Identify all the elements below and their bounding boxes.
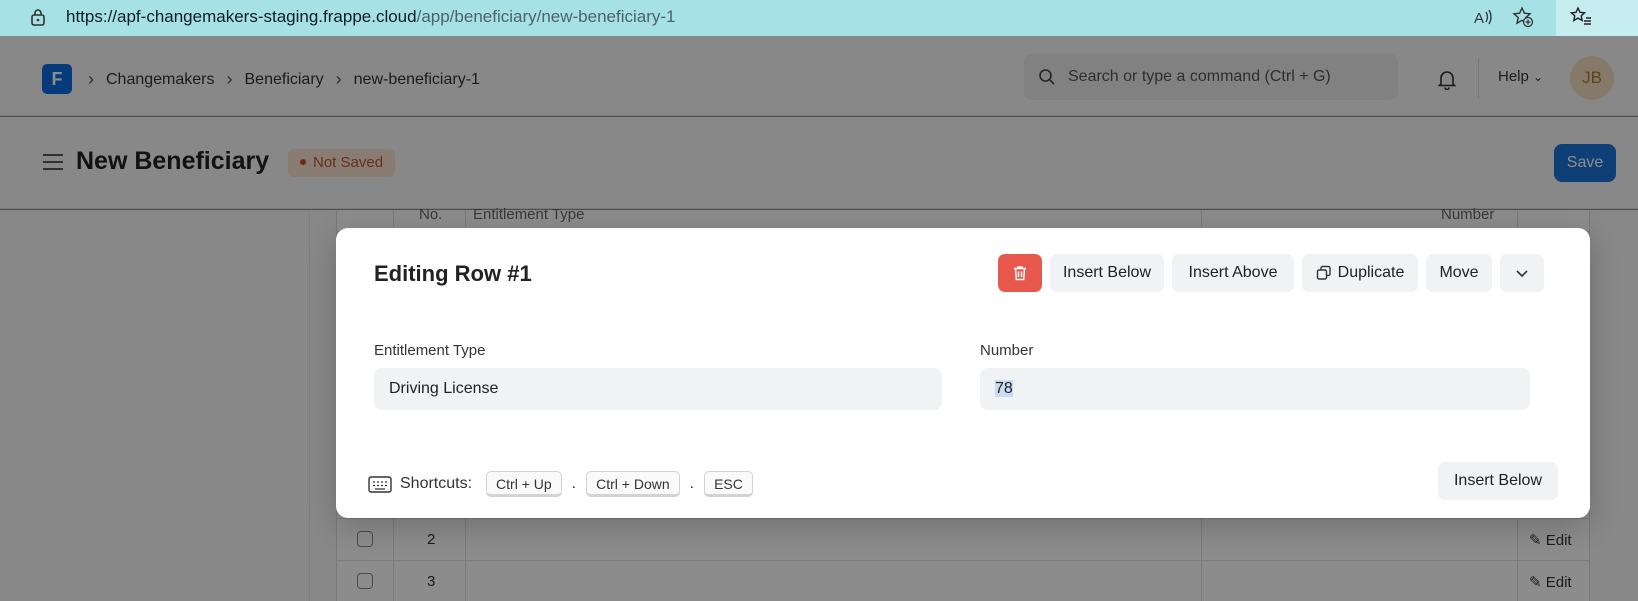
keyboard-icon bbox=[368, 476, 392, 493]
duplicate-label: Duplicate bbox=[1337, 264, 1405, 281]
lock-icon[interactable] bbox=[28, 7, 48, 27]
shortcut-key: Ctrl + Up bbox=[486, 471, 562, 497]
insert-below-button[interactable]: Insert Below bbox=[1050, 254, 1164, 292]
modal-title: Editing Row #1 bbox=[374, 261, 532, 286]
trash-icon bbox=[1014, 266, 1026, 281]
footer-insert-below-button[interactable]: Insert Below bbox=[1438, 462, 1558, 500]
url-host: https://apf-changemakers-staging.frappe.… bbox=[66, 7, 417, 26]
shortcuts-label: Shortcuts: bbox=[400, 475, 473, 492]
chevron-down-icon bbox=[1516, 270, 1528, 277]
toolbar-area bbox=[1556, 0, 1638, 36]
number-field[interactable]: 78 bbox=[980, 368, 1530, 410]
entitlement-type-field[interactable]: Driving License bbox=[374, 368, 942, 410]
address-bar[interactable]: https://apf-changemakers-staging.frappe.… bbox=[4, 0, 1556, 32]
shortcut-key: ESC bbox=[704, 471, 753, 497]
url-path: /app/beneficiary/new-beneficiary-1 bbox=[416, 7, 676, 26]
favorites-icon[interactable] bbox=[1570, 6, 1592, 28]
duplicate-button[interactable]: Duplicate bbox=[1302, 254, 1418, 292]
read-aloud-icon[interactable]: A bbox=[1472, 6, 1494, 28]
shortcut-key: Ctrl + Down bbox=[586, 471, 680, 497]
move-button[interactable]: Move bbox=[1426, 254, 1492, 292]
entitlement-type-label: Entitlement Type bbox=[374, 342, 486, 359]
edit-row-modal: Editing Row #1 Insert Below Insert Above… bbox=[336, 228, 1590, 518]
number-label: Number bbox=[980, 342, 1034, 359]
shortcut-separator: . bbox=[571, 475, 577, 492]
url-text[interactable]: https://apf-changemakers-staging.frappe.… bbox=[66, 7, 676, 27]
delete-row-button[interactable] bbox=[998, 254, 1042, 292]
browser-url-bar: https://apf-changemakers-staging.frappe.… bbox=[0, 0, 1638, 36]
shortcuts-bar: Shortcuts: Ctrl + Up . Ctrl + Down . ESC bbox=[368, 471, 753, 497]
shortcut-separator: . bbox=[689, 475, 695, 492]
add-favorite-icon[interactable] bbox=[1512, 6, 1534, 28]
number-value: 78 bbox=[995, 380, 1013, 397]
insert-above-button[interactable]: Insert Above bbox=[1172, 254, 1294, 292]
svg-text:A: A bbox=[1474, 10, 1484, 27]
more-actions-button[interactable] bbox=[1500, 254, 1544, 292]
duplicate-icon bbox=[1316, 265, 1331, 280]
